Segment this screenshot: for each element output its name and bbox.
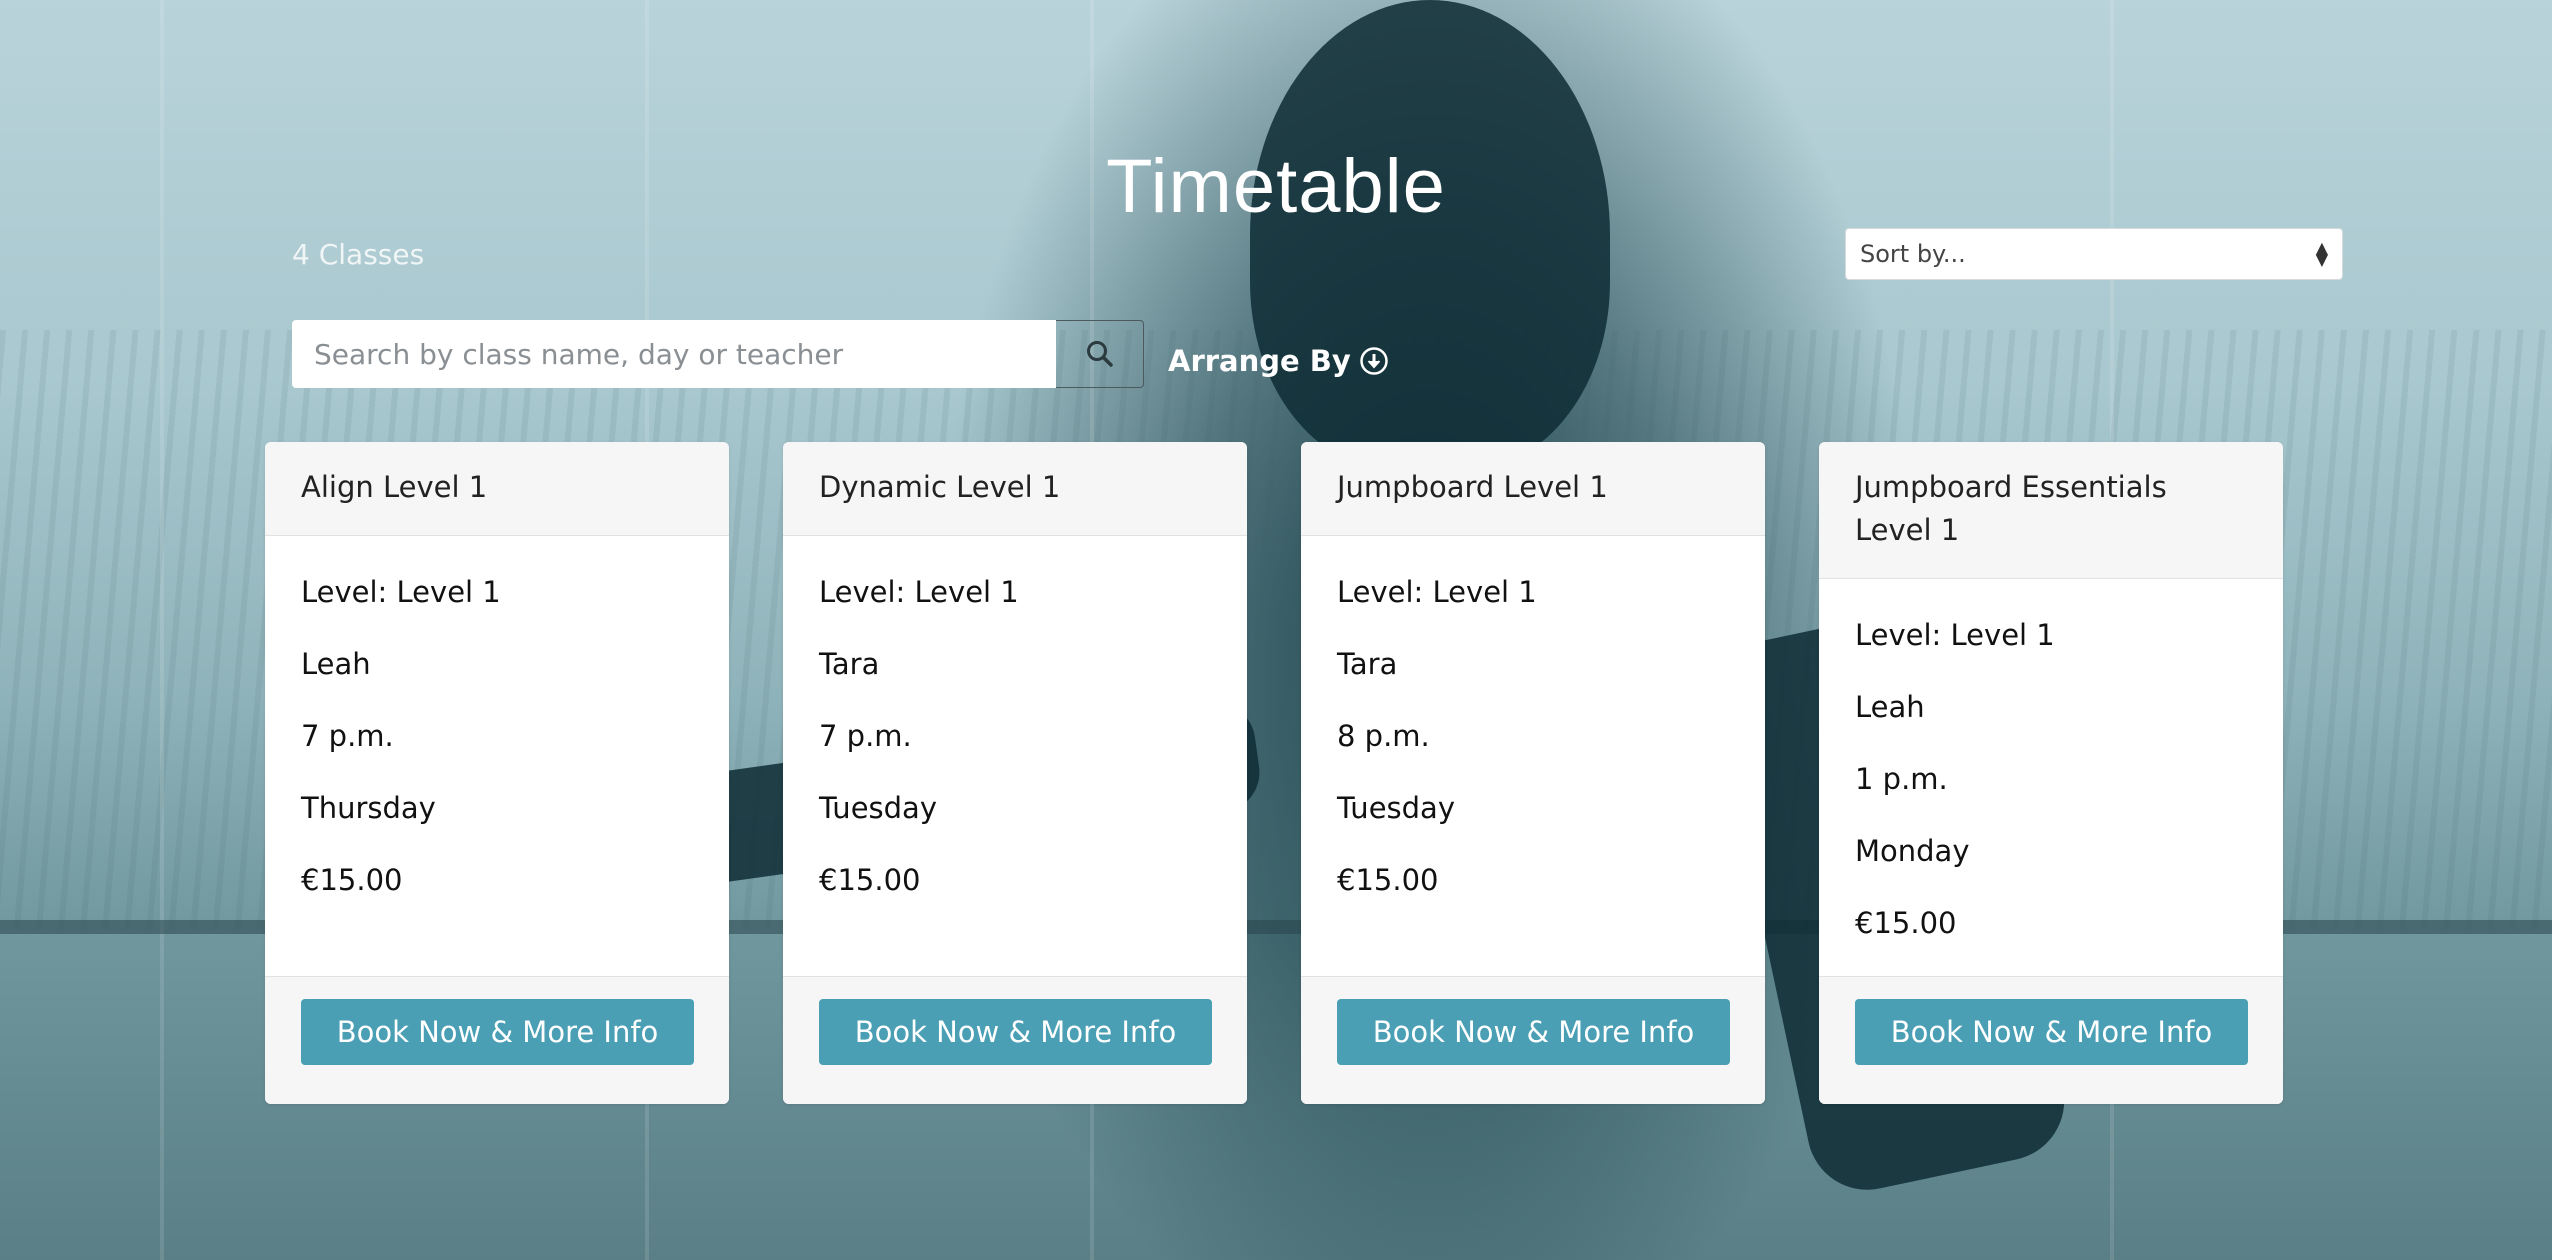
- class-name: Dynamic Level 1: [783, 442, 1247, 536]
- class-time: 7 p.m.: [301, 719, 394, 753]
- book-now-button[interactable]: Book Now & More Info: [1855, 999, 2248, 1065]
- arrange-by-toggle[interactable]: Arrange By: [1168, 344, 1389, 378]
- class-level: Level: Level 1: [1337, 575, 1537, 609]
- class-teacher: Tara: [1337, 647, 1398, 681]
- class-level: Level: Level 1: [301, 575, 501, 609]
- sort-select-label: Sort by...: [1860, 240, 1966, 268]
- class-time: 1 p.m.: [1855, 762, 1948, 796]
- class-card: Dynamic Level 1 Level: Level 1 Tara 7 p.…: [783, 442, 1247, 1104]
- class-day: Tuesday: [819, 791, 937, 825]
- search-button[interactable]: [1056, 320, 1144, 388]
- class-day: Tuesday: [1337, 791, 1455, 825]
- page-title: Timetable: [1106, 143, 1446, 229]
- class-card: Align Level 1 Level: Level 1 Leah 7 p.m.…: [265, 442, 729, 1104]
- book-now-button[interactable]: Book Now & More Info: [301, 999, 694, 1065]
- class-name: Jumpboard Essentials Level 1: [1819, 442, 2283, 579]
- class-time: 8 p.m.: [1337, 719, 1430, 753]
- arrow-down-circle-icon: [1360, 347, 1388, 375]
- class-price: €15.00: [1337, 863, 1439, 897]
- class-level: Level: Level 1: [819, 575, 1019, 609]
- select-arrows-icon: ▲ ▼: [2315, 238, 2328, 269]
- class-level: Level: Level 1: [1855, 618, 2055, 652]
- class-card: Jumpboard Level 1 Level: Level 1 Tara 8 …: [1301, 442, 1765, 1104]
- class-teacher: Tara: [819, 647, 880, 681]
- class-card-list: Align Level 1 Level: Level 1 Leah 7 p.m.…: [265, 442, 2283, 1104]
- class-teacher: Leah: [301, 647, 371, 681]
- arrange-by-label: Arrange By: [1168, 344, 1351, 378]
- search-icon: [1086, 341, 1113, 367]
- book-now-button[interactable]: Book Now & More Info: [1337, 999, 1730, 1065]
- search-bar: [292, 320, 1144, 388]
- class-count: 4 Classes: [292, 238, 425, 271]
- class-price: €15.00: [301, 863, 403, 897]
- class-day: Monday: [1855, 834, 1970, 868]
- sort-select[interactable]: Sort by... ▲ ▼: [1845, 228, 2343, 280]
- class-name: Align Level 1: [265, 442, 729, 536]
- class-name: Jumpboard Level 1: [1301, 442, 1765, 536]
- search-input[interactable]: [292, 320, 1056, 388]
- class-time: 7 p.m.: [819, 719, 912, 753]
- class-day: Thursday: [301, 791, 436, 825]
- class-teacher: Leah: [1855, 690, 1925, 724]
- class-price: €15.00: [819, 863, 921, 897]
- class-card: Jumpboard Essentials Level 1 Level: Leve…: [1819, 442, 2283, 1104]
- book-now-button[interactable]: Book Now & More Info: [819, 999, 1212, 1065]
- class-price: €15.00: [1855, 906, 1957, 940]
